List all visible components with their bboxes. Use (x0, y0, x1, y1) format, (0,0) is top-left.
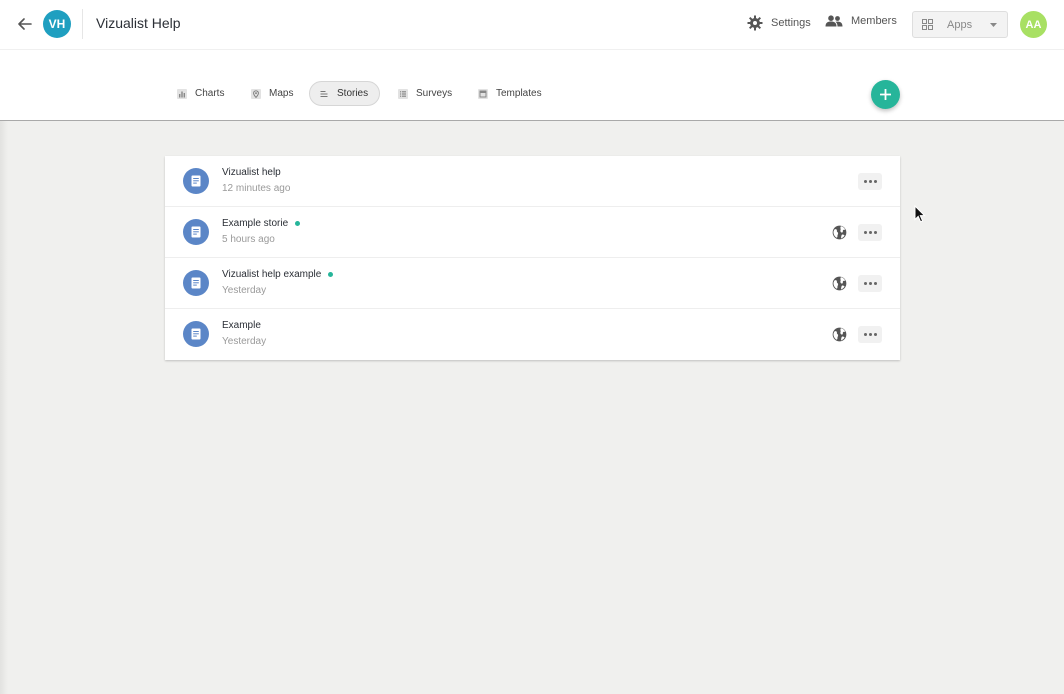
list-item[interactable]: Vizualist help example Yesterday (165, 258, 900, 309)
published-dot (295, 221, 301, 226)
story-updated-time: 12 minutes ago (222, 183, 291, 194)
document-icon (183, 270, 209, 296)
apps-label: Apps (947, 18, 973, 31)
tab-label: Templates (496, 88, 542, 99)
chevron-down-icon (990, 23, 997, 27)
members-label: Members (851, 15, 897, 27)
settings-button[interactable]: Settings (747, 15, 811, 31)
more-options-button[interactable] (858, 173, 882, 190)
story-title-text: Vizualist help (222, 167, 281, 178)
survey-list-icon (398, 88, 408, 99)
tab-surveys[interactable]: Surveys (389, 81, 461, 106)
story-title-text: Vizualist help example (222, 269, 322, 280)
story-title-text: Example storie (222, 218, 289, 229)
document-icon (183, 321, 209, 347)
story-updated-time: 5 hours ago (222, 234, 275, 245)
story-icon (320, 90, 328, 97)
globe-icon[interactable] (832, 327, 847, 342)
more-options-button[interactable] (858, 275, 882, 292)
globe-icon[interactable] (832, 276, 847, 291)
tab-label: Charts (195, 88, 225, 99)
content-tabs-bar: Charts Maps Stories Surveys Templates (0, 50, 1064, 121)
document-icon (183, 168, 209, 194)
gear-icon (747, 15, 763, 31)
mouse-cursor-icon (914, 205, 926, 223)
story-title[interactable]: Example storie (222, 218, 301, 229)
tab-maps[interactable]: Maps (242, 81, 302, 106)
add-story-button[interactable] (871, 80, 900, 109)
settings-label: Settings (771, 17, 811, 29)
plus-icon (880, 89, 891, 100)
published-dot (328, 272, 334, 277)
tab-label: Maps (269, 88, 294, 99)
globe-icon[interactable] (832, 225, 847, 240)
workspace-title: Vizualist Help (96, 15, 181, 31)
apps-dropdown[interactable]: Apps (912, 11, 1008, 38)
tab-label: Surveys (416, 88, 453, 99)
user-avatar[interactable]: AA (1020, 11, 1047, 38)
map-pin-icon (251, 88, 261, 99)
tab-charts[interactable]: Charts (168, 81, 233, 106)
workspace-avatar[interactable]: VH (43, 10, 71, 38)
tab-label: Stories (337, 88, 369, 99)
list-item[interactable]: Example Yesterday (165, 309, 900, 360)
members-button[interactable]: Members (825, 15, 897, 27)
people-icon (825, 15, 843, 27)
grid-icon (922, 19, 933, 30)
story-updated-time: Yesterday (222, 336, 267, 347)
top-bar: VH Vizualist Help Settings Members Apps … (0, 0, 1064, 50)
list-item[interactable]: Vizualist help 12 minutes ago (165, 156, 900, 207)
tab-templates[interactable]: Templates (469, 81, 551, 106)
story-title[interactable]: Example (222, 320, 261, 331)
story-title-text: Example (222, 320, 261, 331)
bar-chart-icon (177, 88, 187, 99)
story-title[interactable]: Vizualist help (222, 167, 281, 178)
document-icon (183, 219, 209, 245)
list-item[interactable]: Example storie 5 hours ago (165, 207, 900, 258)
page-edge-shadow (0, 121, 8, 694)
header-divider (82, 9, 83, 39)
stories-list: Vizualist help 12 minutes ago Example st… (165, 156, 900, 360)
more-options-button[interactable] (858, 224, 882, 241)
story-updated-time: Yesterday (222, 285, 267, 296)
more-options-button[interactable] (858, 326, 882, 343)
template-icon (478, 88, 488, 99)
story-title[interactable]: Vizualist help example (222, 269, 334, 280)
back-arrow-icon[interactable] (15, 14, 35, 34)
tab-stories[interactable]: Stories (309, 81, 380, 106)
